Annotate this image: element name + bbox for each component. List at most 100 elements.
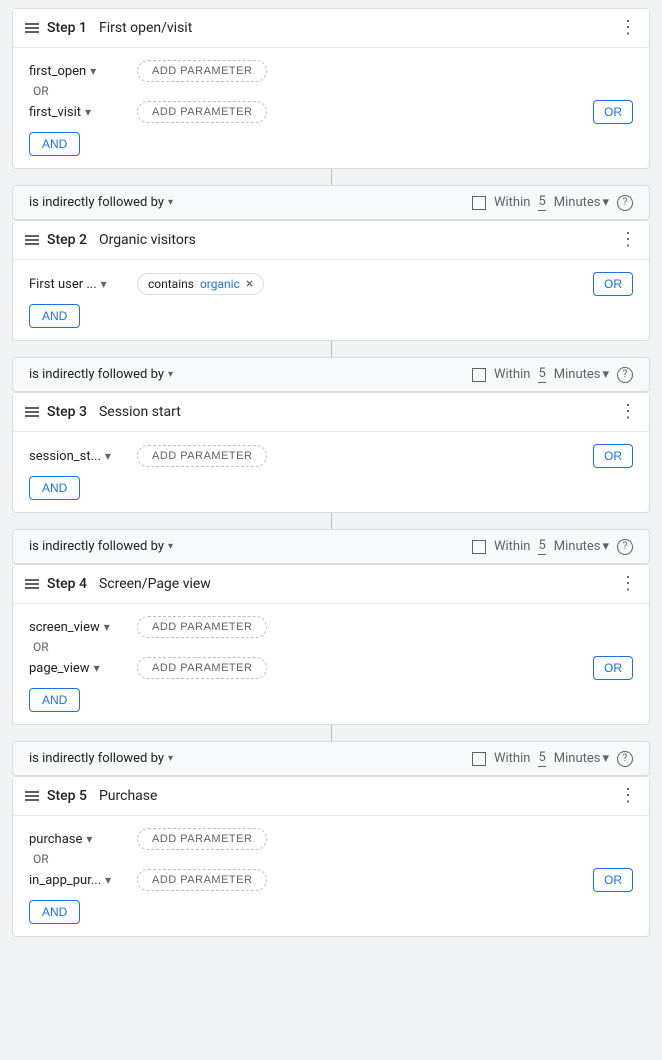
step-2-name: Organic visitors [99,232,196,248]
step-2-event-0-name: First user ... ▾ [29,277,129,292]
step-4-event-row-1: page_view ▾ ADD PARAMETER OR [29,656,633,680]
step-2-or-button[interactable]: OR [593,272,633,296]
step-1-and-button[interactable]: AND [29,132,80,156]
step-5-event-0-dropdown[interactable]: ▾ [86,832,92,846]
step-2-header-left: Step 2 Organic visitors [25,232,196,248]
step-2-header: Step 2 Organic visitors ⋮ [13,221,649,260]
connector-4: is indirectly followed by ▾ Within 5 Min… [12,741,650,776]
connector-line-1 [0,169,662,185]
step-3-event-row-0: session_st... ▾ ADD PARAMETER OR [29,444,633,468]
connector-2: is indirectly followed by ▾ Within 5 Min… [12,357,650,392]
step-1-event-row-1: first_visit ▾ ADD PARAMETER OR [29,100,633,124]
step-4-and-button[interactable]: AND [29,688,80,712]
step-2-event-0-dropdown[interactable]: ▾ [101,277,107,291]
step-1-event-1-name: first_visit ▾ [29,105,129,120]
connector-1-unit-arrow-icon: ▾ [602,195,609,210]
connector-3: is indirectly followed by ▾ Within 5 Min… [12,529,650,564]
connector-4-dropdown[interactable]: is indirectly followed by ▾ [29,751,173,766]
connector-4-within-checkbox[interactable] [472,752,486,766]
connector-2-within-value[interactable]: 5 [538,366,545,383]
connector-2-text: is indirectly followed by [29,367,164,382]
connector-2-arrow-icon: ▾ [168,369,173,380]
step-4-event-1-dropdown[interactable]: ▾ [94,661,100,675]
connector-1-within-value[interactable]: 5 [538,194,545,211]
connector-3-within-value[interactable]: 5 [538,538,545,555]
connector-1-within-label: Within [494,195,530,210]
remove-tag-button[interactable]: × [246,277,253,291]
connector-3-unit-arrow-icon: ▾ [602,539,609,554]
connector-1-text: is indirectly followed by [29,195,164,210]
step-5-and-button[interactable]: AND [29,900,80,924]
step-3-event-0-add-param[interactable]: ADD PARAMETER [137,445,267,467]
connector-1-help-icon[interactable]: ? [617,195,633,211]
step-2-more-button[interactable]: ⋮ [619,231,637,249]
step-3-and-button[interactable]: AND [29,476,80,500]
step-4-body: screen_view ▾ ADD PARAMETER OR page_view… [13,604,649,724]
drag-handle-icon-3[interactable] [25,407,39,417]
step-4-or-button[interactable]: OR [593,656,633,680]
connector-line-4 [0,725,662,741]
step-4-event-1-name: page_view ▾ [29,661,129,676]
drag-handle-icon[interactable] [25,23,39,33]
connector-2-help-icon[interactable]: ? [617,367,633,383]
drag-handle-icon-2[interactable] [25,235,39,245]
connector-2-unit-arrow-icon: ▾ [602,367,609,382]
step-5-event-0-add-param[interactable]: ADD PARAMETER [137,828,267,850]
step-4-event-0-add-param[interactable]: ADD PARAMETER [137,616,267,638]
connector-4-unit-arrow-icon: ▾ [602,751,609,766]
step-2-container: Step 2 Organic visitors ⋮ First user ...… [12,220,650,341]
step-2-label: Step 2 [47,232,87,248]
step-5-event-0-name: purchase ▾ [29,832,129,847]
step-4-or-label: OR [33,640,633,654]
connector-2-within-checkbox[interactable] [472,368,486,382]
connector-2-within-label: Within [494,367,530,382]
step-1-more-button[interactable]: ⋮ [619,19,637,37]
step-3-more-button[interactable]: ⋮ [619,403,637,421]
step-3-name: Session start [99,404,181,420]
step-4-event-row-0: screen_view ▾ ADD PARAMETER [29,616,633,638]
connector-3-help-icon[interactable]: ? [617,539,633,555]
connector-1-dropdown[interactable]: is indirectly followed by ▾ [29,195,173,210]
step-4-event-1-add-param[interactable]: ADD PARAMETER [137,657,267,679]
connector-1: is indirectly followed by ▾ Within 5 Min… [12,185,650,220]
step-1-event-0-dropdown[interactable]: ▾ [90,64,96,78]
connector-3-within-unit[interactable]: Minutes ▾ [554,539,609,554]
drag-handle-icon-5[interactable] [25,791,39,801]
step-1-event-0-add-param[interactable]: ADD PARAMETER [137,60,267,82]
drag-handle-icon-4[interactable] [25,579,39,589]
step-1-event-1-add-param[interactable]: ADD PARAMETER [137,101,267,123]
step-5-more-button[interactable]: ⋮ [619,787,637,805]
step-2-event-row-0: First user ... ▾ contains organic × OR [29,272,633,296]
connector-2-dropdown[interactable]: is indirectly followed by ▾ [29,367,173,382]
step-2-and-button[interactable]: AND [29,304,80,328]
step-4-event-0-dropdown[interactable]: ▾ [104,620,110,634]
step-4-name: Screen/Page view [99,576,211,592]
connector-3-within-checkbox[interactable] [472,540,486,554]
step-5-body: purchase ▾ ADD PARAMETER OR in_app_pur..… [13,816,649,936]
connector-4-within-value[interactable]: 5 [538,750,545,767]
step-2-body: First user ... ▾ contains organic × OR A… [13,260,649,340]
connector-1-within-unit[interactable]: Minutes ▾ [554,195,609,210]
step-5-or-label: OR [33,852,633,866]
connector-4-help-icon[interactable]: ? [617,751,633,767]
connector-1-within-checkbox[interactable] [472,196,486,210]
connector-4-within-unit[interactable]: Minutes ▾ [554,751,609,766]
step-1-or-button[interactable]: OR [593,100,633,124]
step-1-header-left: Step 1 First open/visit [25,20,192,36]
step-3-or-button[interactable]: OR [593,444,633,468]
connector-4-arrow-icon: ▾ [168,753,173,764]
step-5-event-1-dropdown[interactable]: ▾ [105,873,111,887]
step-5-label: Step 5 [47,788,87,804]
connector-line-2 [0,341,662,357]
step-1-or-label: OR [33,84,633,98]
step-1-event-1-dropdown[interactable]: ▾ [85,105,91,119]
step-4-more-button[interactable]: ⋮ [619,575,637,593]
step-5-or-button[interactable]: OR [593,868,633,892]
connector-2-within-unit[interactable]: Minutes ▾ [554,367,609,382]
step-4-event-0-name: screen_view ▾ [29,620,129,635]
connector-3-dropdown[interactable]: is indirectly followed by ▾ [29,539,173,554]
connector-1-right: Within 5 Minutes ▾ ? [472,194,633,211]
step-3-event-0-dropdown[interactable]: ▾ [105,449,111,463]
step-4-header-left: Step 4 Screen/Page view [25,576,211,592]
step-5-event-1-add-param[interactable]: ADD PARAMETER [137,869,267,891]
